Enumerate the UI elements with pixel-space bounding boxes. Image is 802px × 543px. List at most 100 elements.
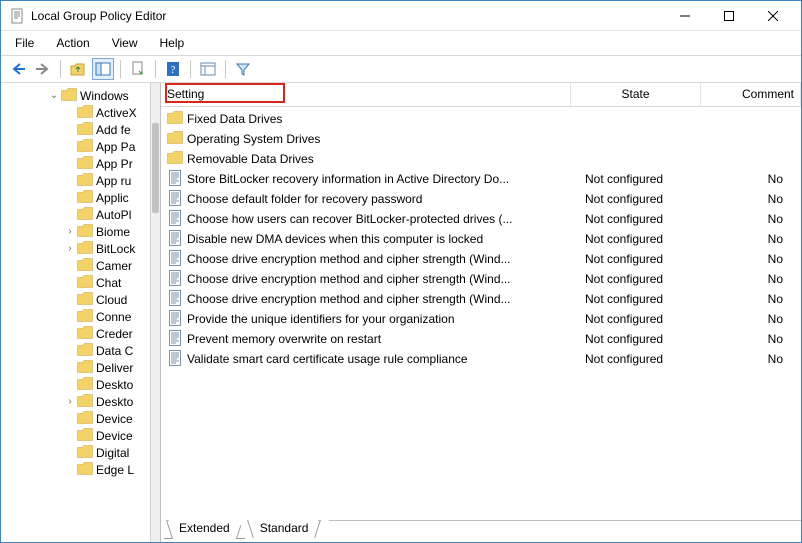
folder-icon xyxy=(77,241,93,257)
list-row-policy[interactable]: Disable new DMA devices when this comput… xyxy=(161,229,801,249)
list-row-policy[interactable]: Choose default folder for recovery passw… xyxy=(161,189,801,209)
cell-setting: Store BitLocker recovery information in … xyxy=(187,172,585,186)
tree-node[interactable]: › Deskto xyxy=(3,393,160,410)
tree-node[interactable]: Data C xyxy=(3,342,160,359)
column-setting[interactable]: Setting xyxy=(161,83,571,106)
tree-node[interactable]: App ru xyxy=(3,172,160,189)
tree-node[interactable]: Camer xyxy=(3,257,160,274)
main-pane: ⌄WindowsActiveXAdd feApp PaApp PrApp ruA… xyxy=(1,83,801,542)
chevron-right-icon[interactable]: › xyxy=(63,226,77,237)
policy-icon xyxy=(167,250,183,269)
all-settings-button[interactable] xyxy=(197,58,219,80)
toolbar-separator xyxy=(120,60,121,78)
tree-label: Chat xyxy=(96,276,121,290)
help-button[interactable]: ? xyxy=(162,58,184,80)
tree-label: App Pa xyxy=(96,140,135,154)
list-row-policy[interactable]: Provide the unique identifiers for your … xyxy=(161,309,801,329)
tree-node[interactable]: App Pr xyxy=(3,155,160,172)
folder-icon xyxy=(77,173,93,189)
chevron-right-icon[interactable]: › xyxy=(63,396,77,407)
folder-icon xyxy=(167,151,183,167)
tree-node[interactable]: Edge L xyxy=(3,461,160,478)
cell-comment: No xyxy=(715,272,795,286)
tree-node[interactable]: Device xyxy=(3,427,160,444)
tree-node[interactable]: ›Biome xyxy=(3,223,160,240)
menu-file[interactable]: File xyxy=(11,34,38,52)
cell-state: Not configured xyxy=(585,352,715,366)
list-row-folder[interactable]: Removable Data Drives xyxy=(161,149,801,169)
scrollbar-thumb[interactable] xyxy=(152,123,159,213)
folder-icon xyxy=(77,139,93,155)
menu-view[interactable]: View xyxy=(108,34,142,52)
list-row-policy[interactable]: Choose drive encryption method and ciphe… xyxy=(161,269,801,289)
list-row-policy[interactable]: Choose how users can recover BitLocker-p… xyxy=(161,209,801,229)
folder-icon xyxy=(77,309,93,325)
cell-comment: No xyxy=(715,312,795,326)
folder-icon xyxy=(77,428,93,444)
tab-extended[interactable]: Extended xyxy=(169,520,240,538)
tree-node[interactable]: Applic xyxy=(3,189,160,206)
tree-node[interactable]: ›BitLock xyxy=(3,240,160,257)
forward-button[interactable] xyxy=(32,58,54,80)
up-button[interactable] xyxy=(67,58,89,80)
cell-state: Not configured xyxy=(585,332,715,346)
list-row-policy[interactable]: Prevent memory overwrite on restartNot c… xyxy=(161,329,801,349)
tree-node[interactable]: App Pa xyxy=(3,138,160,155)
tree-node[interactable]: Creder xyxy=(3,325,160,342)
show-hide-tree-button[interactable] xyxy=(92,58,114,80)
tree-node-root[interactable]: ⌄Windows xyxy=(3,87,160,104)
tree-node[interactable]: ActiveX xyxy=(3,104,160,121)
policy-icon xyxy=(167,210,183,229)
menu-bar: File Action View Help xyxy=(1,31,801,55)
cell-setting: Fixed Data Drives xyxy=(187,112,585,126)
folder-icon xyxy=(77,462,93,478)
list-row-folder[interactable]: Fixed Data Drives xyxy=(161,109,801,129)
menu-help[interactable]: Help xyxy=(156,34,189,52)
chevron-right-icon[interactable]: › xyxy=(63,243,77,254)
tree-node[interactable]: Digital xyxy=(3,444,160,461)
tree-node[interactable]: Deliver xyxy=(3,359,160,376)
cell-comment: No xyxy=(715,232,795,246)
tree-label: App ru xyxy=(96,174,131,188)
column-comment[interactable]: Comment xyxy=(701,83,801,106)
tree-label: App Pr xyxy=(96,157,133,171)
list-row-folder[interactable]: Operating System Drives xyxy=(161,129,801,149)
list-row-policy[interactable]: Store BitLocker recovery information in … xyxy=(161,169,801,189)
tree-node[interactable]: AutoPl xyxy=(3,206,160,223)
back-button[interactable] xyxy=(7,58,29,80)
folder-icon xyxy=(77,190,93,206)
cell-comment: No xyxy=(715,332,795,346)
list-row-policy[interactable]: Validate smart card certificate usage ru… xyxy=(161,349,801,369)
folder-icon xyxy=(77,122,93,138)
cell-setting: Choose how users can recover BitLocker-p… xyxy=(187,212,585,226)
folder-icon xyxy=(77,292,93,308)
folder-icon xyxy=(77,275,93,291)
list-row-policy[interactable]: Choose drive encryption method and ciphe… xyxy=(161,249,801,269)
cell-comment: No xyxy=(715,352,795,366)
list-row-policy[interactable]: Choose drive encryption method and ciphe… xyxy=(161,289,801,309)
tree-node[interactable]: Chat xyxy=(3,274,160,291)
filter-button[interactable] xyxy=(232,58,254,80)
tree-node[interactable]: Deskto xyxy=(3,376,160,393)
tab-standard[interactable]: Standard xyxy=(250,520,319,538)
column-state[interactable]: State xyxy=(571,83,701,106)
close-button[interactable] xyxy=(751,2,795,30)
chevron-down-icon[interactable]: ⌄ xyxy=(47,90,61,101)
details-pane: Setting State Comment Fixed Data Drives O… xyxy=(161,83,801,542)
menu-action[interactable]: Action xyxy=(52,34,93,52)
folder-icon xyxy=(61,88,77,104)
minimize-button[interactable] xyxy=(663,2,707,30)
maximize-button[interactable] xyxy=(707,2,751,30)
export-button[interactable] xyxy=(127,58,149,80)
cell-state: Not configured xyxy=(585,292,715,306)
folder-icon xyxy=(77,156,93,172)
tree-node[interactable]: Cloud xyxy=(3,291,160,308)
tree-node[interactable]: Add fe xyxy=(3,121,160,138)
folder-icon xyxy=(77,394,93,410)
cell-state: Not configured xyxy=(585,192,715,206)
tree-node[interactable]: Conne xyxy=(3,308,160,325)
tree-node[interactable]: Device xyxy=(3,410,160,427)
tree-scrollbar[interactable] xyxy=(150,83,160,542)
tree-label: Deskto xyxy=(96,395,133,409)
folder-icon xyxy=(77,224,93,240)
